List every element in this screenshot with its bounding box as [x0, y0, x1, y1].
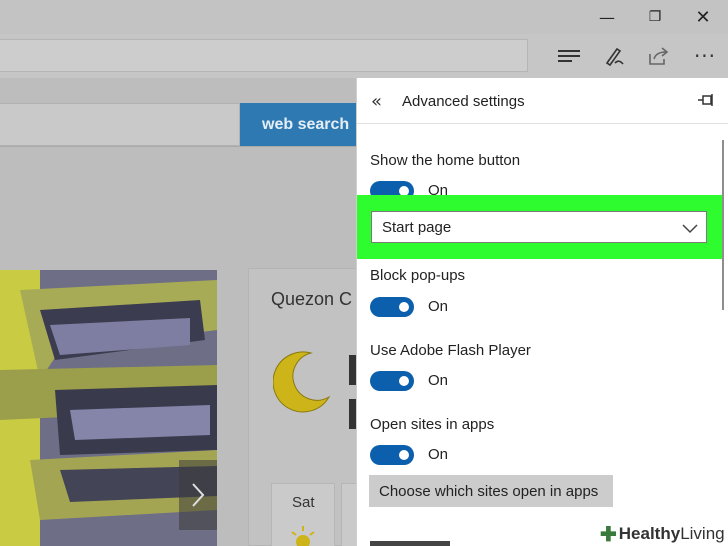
watermark-cross-icon: ✚ [600, 523, 617, 546]
maximize-button[interactable]: ❐ [632, 0, 678, 34]
open-sites-in-apps-toggle[interactable] [370, 445, 414, 465]
pin-icon[interactable] [697, 93, 715, 112]
advanced-settings-panel: « Advanced settings Show the home button… [356, 78, 728, 546]
page-search-input[interactable] [0, 103, 240, 146]
flash-player-toggle[interactable] [370, 371, 414, 391]
web-note-icon[interactable] [597, 40, 631, 72]
setting-label-flash-player: Use Adobe Flash Player [370, 342, 531, 359]
moon-icon [272, 351, 331, 420]
page-content: web search Quezon C Sat [0, 78, 361, 546]
toggle-state: On [428, 298, 449, 315]
divider [0, 146, 356, 147]
chevron-down-icon [682, 221, 698, 239]
forecast-day-label: Sat [292, 494, 315, 511]
web-search-button[interactable]: web search [240, 103, 356, 146]
watermark-text: Living [680, 524, 725, 543]
browser-toolbar: ··· [0, 34, 728, 78]
watermark-text: Healthy [618, 524, 681, 543]
close-button[interactable]: ✕ [680, 0, 726, 34]
carousel-next-button[interactable] [179, 460, 217, 530]
panel-title: Advanced settings [402, 93, 525, 110]
title-bar: — ❐ ✕ [0, 0, 728, 34]
block-popups-toggle[interactable] [370, 297, 414, 317]
dropdown-value: Start page [382, 219, 452, 236]
toggle-state: On [428, 372, 449, 389]
panel-header: « Advanced settings [357, 78, 728, 124]
share-icon[interactable] [642, 40, 676, 72]
forecast-day: Sat [271, 483, 335, 546]
back-icon[interactable]: « [371, 91, 382, 112]
address-bar[interactable] [0, 39, 528, 72]
more-icon[interactable]: ··· [688, 40, 722, 72]
watermark: ✚ Healthy Living [596, 522, 728, 546]
setting-label-home-button: Show the home button [370, 152, 521, 169]
home-page-dropdown[interactable]: Start page [371, 211, 707, 243]
setting-label-block-popups: Block pop-ups [370, 267, 466, 284]
section-heading-cutoff [370, 534, 450, 546]
toggle-state: On [428, 446, 449, 463]
sun-icon [288, 524, 318, 546]
setting-label-open-sites-in-apps: Open sites in apps [370, 416, 495, 433]
minimize-button[interactable]: — [584, 0, 630, 34]
hub-icon[interactable] [552, 40, 586, 72]
scrollbar[interactable] [722, 140, 724, 310]
weather-card[interactable]: Quezon C Sat [248, 268, 361, 546]
weather-city: Quezon C [271, 289, 353, 309]
choose-sites-button[interactable]: Choose which sites open in apps [369, 475, 613, 507]
